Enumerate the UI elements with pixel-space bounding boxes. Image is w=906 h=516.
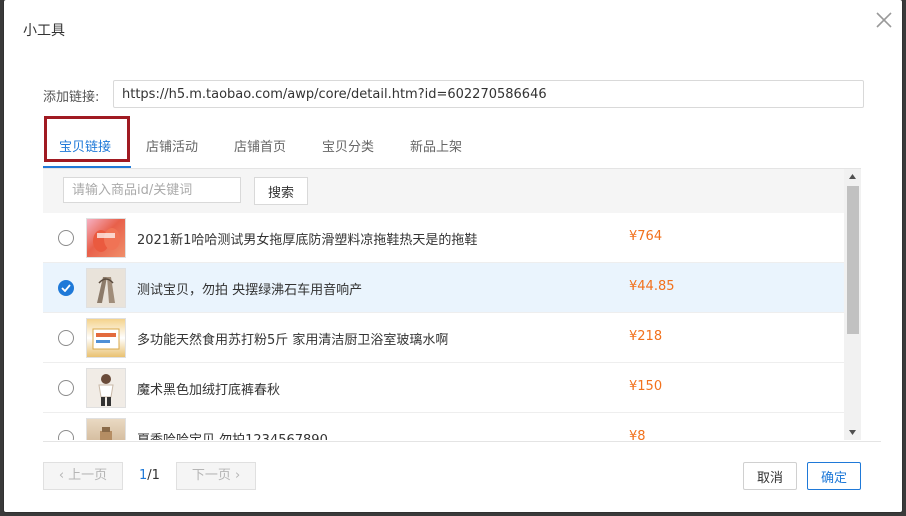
item-price: ¥150	[629, 379, 663, 394]
chevron-right-icon: ›	[230, 468, 241, 483]
tab-bar: 宝贝链接 店铺活动 店铺首页 宝贝分类 新品上架	[43, 116, 861, 169]
item-price: ¥44.85	[629, 279, 675, 294]
item-title: 2021新1哈哈测试男女拖厚底防滑塑料凉拖鞋热天是的拖鞋	[137, 233, 478, 248]
search-button[interactable]: 搜索	[254, 177, 308, 205]
item-price: ¥218	[629, 329, 663, 344]
item-price: ¥8	[629, 429, 646, 440]
tab-item-category[interactable]: 宝贝分类	[322, 128, 374, 168]
radio-button[interactable]	[58, 330, 74, 346]
tab-new-arrivals[interactable]: 新品上架	[410, 128, 462, 168]
search-input[interactable]	[63, 177, 241, 203]
chevron-left-icon: ‹	[58, 468, 69, 483]
item-thumbnail	[86, 218, 126, 258]
prev-page-label: 上一页	[68, 468, 108, 483]
item-title: 多功能天然食用苏打粉5斤 家用清洁厨卫浴室玻璃水啊	[137, 333, 449, 348]
item-title: 夏季哈哈宝贝 勿拍1234567890	[137, 429, 328, 440]
radio-button[interactable]	[58, 380, 74, 396]
next-page-button[interactable]: 下一页 ›	[176, 462, 256, 490]
radio-button[interactable]	[58, 430, 74, 440]
cancel-button[interactable]: 取消	[743, 462, 797, 490]
dialog-title: 小工具	[23, 23, 65, 39]
item-title: 魔术黑色加绒打底裤春秋	[137, 383, 281, 398]
item-price: ¥764	[629, 229, 663, 244]
item-list-panel: 搜索 2021新1哈哈测试男女拖厚底防滑塑料凉拖鞋热天是的拖鞋 ¥764 测试宝…	[43, 169, 861, 440]
item-thumbnail	[86, 418, 126, 440]
scroll-up-arrow-icon[interactable]	[844, 169, 861, 185]
page-indicator: 1/1	[139, 468, 160, 483]
item-title: 测试宝贝，勿拍 央摆绿沸石车用音响产	[137, 283, 363, 298]
radio-button[interactable]	[58, 230, 74, 246]
list-item[interactable]: 夏季哈哈宝贝 勿拍1234567890 ¥8	[43, 413, 844, 440]
item-thumbnail	[86, 268, 126, 308]
list-item[interactable]: 多功能天然食用苏打粉5斤 家用清洁厨卫浴室玻璃水啊 ¥218	[43, 313, 844, 363]
tab-shop-activity[interactable]: 店铺活动	[146, 128, 198, 168]
item-thumbnail	[86, 318, 126, 358]
close-icon[interactable]	[873, 9, 895, 31]
next-page-label: 下一页	[191, 468, 231, 483]
radio-button-checked[interactable]	[58, 280, 74, 296]
scroll-thumb[interactable]	[847, 186, 859, 334]
confirm-button[interactable]: 确定	[807, 462, 861, 490]
list-item[interactable]: 测试宝贝，勿拍 央摆绿沸石车用音响产 ¥44.85	[43, 263, 844, 313]
tab-shop-home[interactable]: 店铺首页	[234, 128, 286, 168]
total-pages: /1	[147, 468, 160, 483]
tool-dialog: 小工具 添加链接: 宝贝链接 店铺活动 店铺首页 宝贝分类 新品上架 搜索 20…	[4, 0, 902, 512]
item-thumbnail	[86, 368, 126, 408]
search-bar: 搜索	[43, 169, 844, 213]
list-item[interactable]: 魔术黑色加绒打底裤春秋 ¥150	[43, 363, 844, 413]
prev-page-button[interactable]: ‹ 上一页	[43, 462, 123, 490]
active-tab-underline	[43, 166, 131, 168]
list-scrollbar[interactable]	[844, 169, 861, 440]
scroll-down-arrow-icon[interactable]	[844, 424, 861, 440]
link-label: 添加链接:	[43, 90, 100, 105]
list-item[interactable]: 2021新1哈哈测试男女拖厚底防滑塑料凉拖鞋热天是的拖鞋 ¥764	[43, 213, 844, 263]
highlight-box	[44, 116, 130, 162]
footer-divider	[43, 441, 881, 442]
link-input[interactable]	[113, 80, 864, 108]
